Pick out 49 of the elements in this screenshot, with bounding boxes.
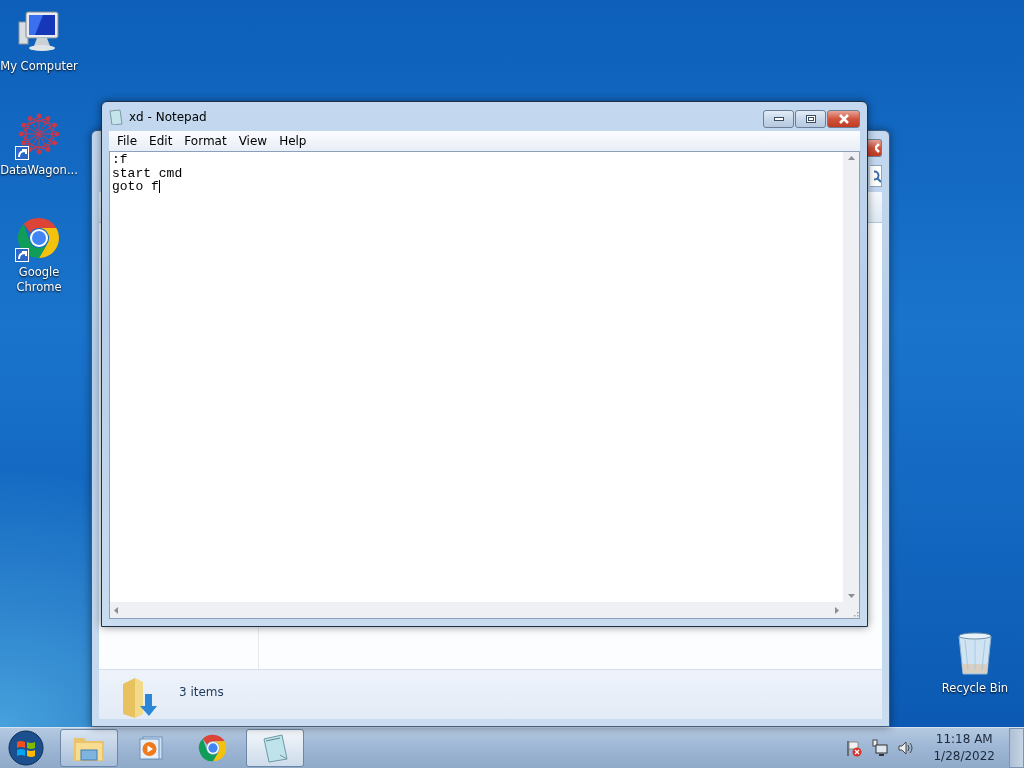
- clock[interactable]: 11:18 AM 1/28/2022: [933, 731, 995, 765]
- text-line: :f: [112, 153, 129, 167]
- menu-item[interactable]: File: [111, 134, 144, 148]
- resize-grip-icon[interactable]: [851, 610, 859, 618]
- minimize-button[interactable]: [763, 110, 794, 128]
- start-button[interactable]: [6, 728, 46, 768]
- menu-item[interactable]: Edit: [143, 134, 179, 148]
- volume-icon[interactable]: [897, 739, 916, 757]
- taskbar-button[interactable]: [60, 729, 118, 767]
- notepad-icon: [109, 108, 123, 125]
- horizontal-scrollbar[interactable]: [110, 602, 843, 618]
- menu-item[interactable]: View: [232, 134, 274, 148]
- shortcut-arrow-icon: [15, 146, 29, 160]
- close-button[interactable]: [868, 139, 882, 157]
- play-icon: [138, 735, 164, 761]
- window-title: xd - Notepad: [129, 109, 207, 124]
- shortcut-arrow-icon: [15, 248, 29, 262]
- clock-date: 1/28/2022: [933, 748, 995, 765]
- folder-download-icon: [121, 676, 157, 720]
- desktop-icon-label[interactable]: Google Chrome: [0, 265, 81, 295]
- close-icon: [837, 114, 850, 124]
- clock-time: 11:18 AM: [935, 731, 993, 748]
- vertical-scrollbar[interactable]: [843, 152, 859, 602]
- taskbar-button[interactable]: [246, 729, 304, 767]
- scroll-left-icon: [114, 606, 118, 614]
- text-caret: [158, 180, 160, 194]
- minimize-icon: [773, 117, 784, 121]
- desktop-icon-label[interactable]: Recycle Bin: [933, 681, 1017, 696]
- maximize-button[interactable]: [795, 110, 826, 128]
- menu-item[interactable]: Format: [178, 134, 233, 148]
- search-icon: [874, 169, 881, 183]
- text-line: goto f: [112, 180, 159, 194]
- chrome-icon: [197, 732, 229, 764]
- search-field[interactable]: [870, 165, 882, 187]
- maximize-icon: [805, 115, 816, 123]
- close-icon: [875, 143, 881, 153]
- scroll-right-icon: [835, 606, 839, 614]
- windows-orb-icon: [8, 730, 44, 766]
- notepad-icon: [260, 733, 290, 763]
- item-count: 3 items: [179, 685, 224, 699]
- text-line: start cmd: [112, 166, 184, 180]
- scroll-down-icon: [847, 594, 855, 598]
- network-icon[interactable]: [871, 739, 890, 757]
- desktop-icon-label[interactable]: My Computer: [0, 59, 81, 74]
- menu-item[interactable]: Help: [273, 134, 313, 148]
- scroll-up-icon: [847, 156, 855, 160]
- desktop-icon-label[interactable]: DataWagon...: [0, 163, 81, 178]
- close-button[interactable]: [827, 110, 860, 128]
- action-center-flag-icon[interactable]: [845, 739, 864, 757]
